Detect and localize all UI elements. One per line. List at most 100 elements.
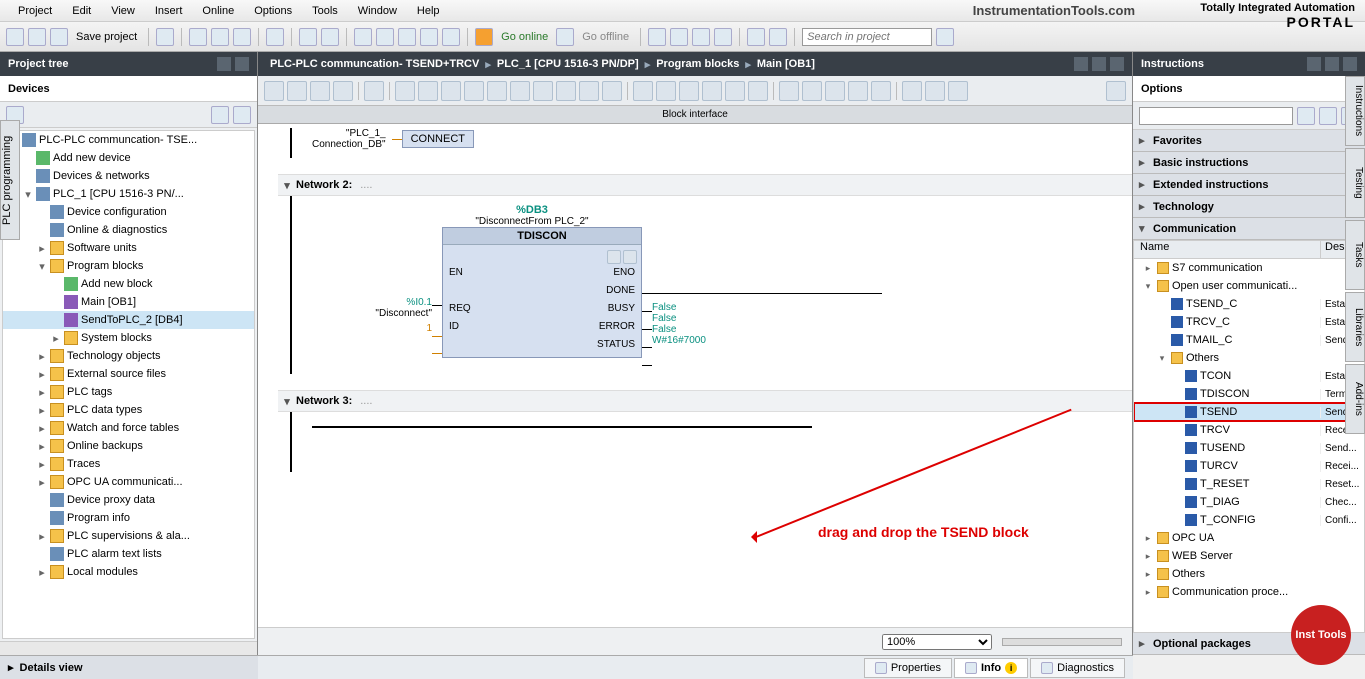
expand-icon[interactable]: ▸ xyxy=(1142,551,1154,562)
expand-icon[interactable]: ▸ xyxy=(37,530,47,543)
ed-t7[interactable] xyxy=(418,81,438,101)
ed-t18[interactable] xyxy=(679,81,699,101)
expand-icon[interactable]: ▸ xyxy=(37,350,47,363)
tree-item[interactable]: SendToPLC_2 [DB4] xyxy=(3,311,254,329)
tree-item[interactable]: ▾PLC_1 [CPU 1516-3 PN/... xyxy=(3,185,254,203)
sim-icon[interactable] xyxy=(420,28,438,46)
menu-tools[interactable]: Tools xyxy=(302,3,348,19)
tree-item[interactable]: ▸Traces xyxy=(3,455,254,473)
expand-icon[interactable]: ▾ xyxy=(23,188,33,201)
ed-t24[interactable] xyxy=(825,81,845,101)
ed-t27[interactable] xyxy=(902,81,922,101)
ed-t16[interactable] xyxy=(633,81,653,101)
menu-insert[interactable]: Insert xyxy=(145,3,193,19)
menu-project[interactable]: Project xyxy=(8,3,62,19)
new-icon[interactable] xyxy=(6,28,24,46)
ed-t29[interactable] xyxy=(948,81,968,101)
ed-t8[interactable] xyxy=(441,81,461,101)
ed-t22[interactable] xyxy=(779,81,799,101)
cat-basic[interactable]: Basic instructions xyxy=(1133,152,1365,174)
tree-hscroll[interactable] xyxy=(0,641,257,655)
tree-item[interactable]: ▸PLC supervisions & ala... xyxy=(3,527,254,545)
go-online-label[interactable]: Go online xyxy=(497,31,552,43)
cat-communication[interactable]: Communication xyxy=(1133,218,1365,240)
go-online-icon[interactable] xyxy=(475,28,493,46)
undo-icon[interactable] xyxy=(299,28,317,46)
zoom-slider[interactable] xyxy=(1002,638,1122,646)
ed-t14[interactable] xyxy=(579,81,599,101)
tree-item[interactable]: ▾PLC-PLC communcation- TSE... xyxy=(3,131,254,149)
crumb-1[interactable]: PLC_1 [CPU 1516-3 PN/DP] xyxy=(493,58,643,70)
expand-icon[interactable]: ▸ xyxy=(51,332,61,345)
crumb-2[interactable]: Program blocks xyxy=(652,58,743,70)
ed-t21[interactable] xyxy=(748,81,768,101)
instr-item-tmail_c[interactable]: TMAIL_CSend... xyxy=(1134,331,1364,349)
instruction-tree[interactable]: Name Desc... ▸S7 communication▾Open user… xyxy=(1133,240,1365,633)
tree-item[interactable]: PLC alarm text lists xyxy=(3,545,254,563)
go-offline-label[interactable]: Go offline xyxy=(578,31,633,43)
instr-filter-icon[interactable] xyxy=(1297,107,1315,125)
go-offline-icon[interactable] xyxy=(556,28,574,46)
tree-item[interactable]: ▸OPC UA communicati... xyxy=(3,473,254,491)
upload-icon[interactable] xyxy=(398,28,416,46)
ed-t30[interactable] xyxy=(1106,81,1126,101)
tree-item[interactable]: Device proxy data xyxy=(3,491,254,509)
instr-item-trcv[interactable]: TRCVRecei... xyxy=(1134,421,1364,439)
paste-icon[interactable] xyxy=(233,28,251,46)
instr-item-tusend[interactable]: TUSENDSend... xyxy=(1134,439,1364,457)
ed-t26[interactable] xyxy=(871,81,891,101)
expand-icon[interactable]: ▸ xyxy=(37,476,47,489)
side-tab-instructions[interactable]: Instructions xyxy=(1345,76,1365,146)
split-v-icon[interactable] xyxy=(769,28,787,46)
instr-item-trcv_c[interactable]: TRCV_CEstab... xyxy=(1134,313,1364,331)
t3-icon[interactable] xyxy=(692,28,710,46)
side-tab-tasks[interactable]: Tasks xyxy=(1345,220,1365,290)
cat-extended[interactable]: Extended instructions xyxy=(1133,174,1365,196)
instr-collapse-icon[interactable] xyxy=(1343,57,1357,71)
expand-icon[interactable]: ▸ xyxy=(1142,569,1154,580)
start-icon[interactable] xyxy=(442,28,460,46)
instr-item-opc ua[interactable]: ▸OPC UA xyxy=(1134,529,1364,547)
print-icon[interactable] xyxy=(156,28,174,46)
ed-t1[interactable] xyxy=(264,81,284,101)
tree-item[interactable]: ▾Program blocks xyxy=(3,257,254,275)
expand-icon[interactable]: ▸ xyxy=(37,386,47,399)
split-h-icon[interactable] xyxy=(747,28,765,46)
search-go-icon[interactable] xyxy=(936,28,954,46)
network-2-header[interactable]: ▾ Network 2: .... xyxy=(278,174,1132,196)
expand-icon[interactable]: ▸ xyxy=(1142,533,1154,544)
devices-tab[interactable]: Devices xyxy=(0,76,257,102)
expand-icon[interactable]: ▸ xyxy=(37,566,47,579)
tab-properties[interactable]: Properties xyxy=(864,658,952,678)
tree-item[interactable]: ▸Watch and force tables xyxy=(3,419,254,437)
ed-t12[interactable] xyxy=(533,81,553,101)
block-help-icon[interactable] xyxy=(607,250,621,264)
instr-item-web server[interactable]: ▸WEB Server xyxy=(1134,547,1364,565)
tree-item[interactable]: ▸External source files xyxy=(3,365,254,383)
tree-item[interactable]: Device configuration xyxy=(3,203,254,221)
instr-item-tcon[interactable]: TCONEstab... xyxy=(1134,367,1364,385)
copy-icon[interactable] xyxy=(211,28,229,46)
instr-opt1-icon[interactable] xyxy=(1319,107,1337,125)
save-project-button[interactable]: Save project xyxy=(50,28,141,46)
ed-t19[interactable] xyxy=(702,81,722,101)
expand-icon[interactable]: ▸ xyxy=(37,242,47,255)
open-icon[interactable] xyxy=(28,28,46,46)
lad-editor[interactable]: "PLC_1_ Connection_DB" CONNECT ▾ Network… xyxy=(258,124,1132,627)
ed-t2[interactable] xyxy=(287,81,307,101)
expand-icon[interactable]: ▸ xyxy=(1142,587,1154,598)
ed-t15[interactable] xyxy=(602,81,622,101)
instr-item-tsend[interactable]: TSENDSend... xyxy=(1134,403,1364,421)
delete-icon[interactable] xyxy=(266,28,284,46)
instr-search-input[interactable] xyxy=(1139,107,1293,125)
side-tab-add-ins[interactable]: Add-ins xyxy=(1345,364,1365,434)
side-tab-libraries[interactable]: Libraries xyxy=(1345,292,1365,362)
details-view-bar[interactable]: ▸Details view xyxy=(0,655,258,679)
compile-icon[interactable] xyxy=(354,28,372,46)
menu-help[interactable]: Help xyxy=(407,3,450,19)
ed-t9[interactable] xyxy=(464,81,484,101)
tree-item[interactable]: ▸PLC tags xyxy=(3,383,254,401)
cut-icon[interactable] xyxy=(189,28,207,46)
panel-collapse-icon[interactable] xyxy=(235,57,249,71)
network-3-header[interactable]: ▾ Network 3: .... xyxy=(278,390,1132,412)
